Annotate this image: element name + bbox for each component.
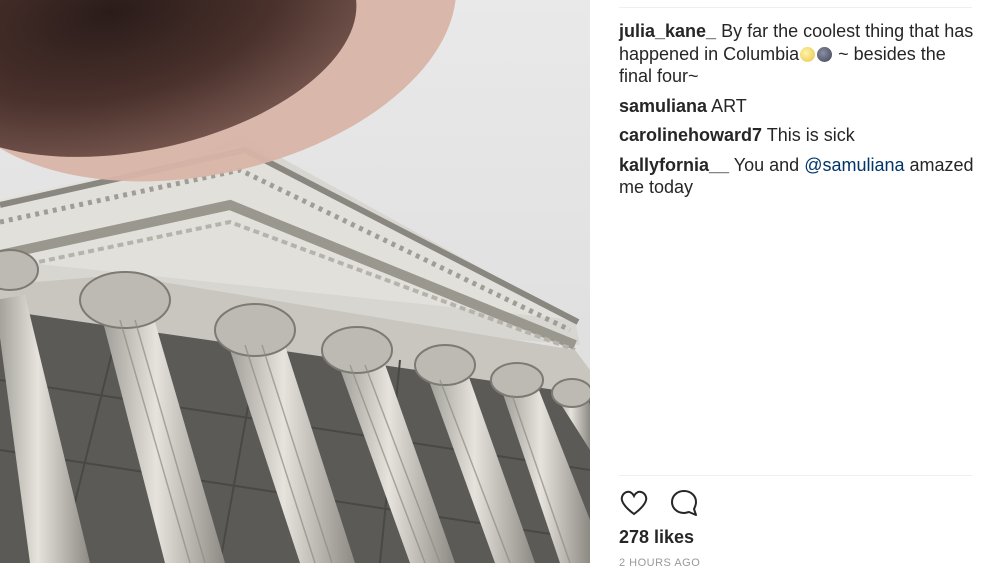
mention-link[interactable]: @samuliana xyxy=(804,155,904,175)
yellow-moon-emoji-icon xyxy=(800,46,816,62)
comment-username[interactable]: julia_kane_ xyxy=(619,21,716,41)
comment-text: This is sick xyxy=(766,125,855,145)
comment-list: julia_kane_ By far the coolest thing tha… xyxy=(619,20,974,206)
post-actions xyxy=(619,488,715,518)
post-timestamp: 2 HOURS AGO xyxy=(619,557,701,569)
comment-item: samuliana ART xyxy=(619,95,974,118)
divider xyxy=(619,7,972,8)
building-photo xyxy=(0,0,590,563)
comment-item: kallyfornia__ You and @samuliana amazed … xyxy=(619,154,974,199)
comment-username[interactable]: carolinehoward7 xyxy=(619,125,762,145)
dark-moon-emoji-icon xyxy=(817,46,833,62)
divider xyxy=(619,475,972,476)
comment-username[interactable]: samuliana xyxy=(619,96,707,116)
post-image[interactable] xyxy=(0,0,590,563)
comment-username[interactable]: kallyfornia__ xyxy=(619,155,729,175)
comment-text: You and xyxy=(733,154,800,175)
likes-count[interactable]: 278 likes xyxy=(619,527,694,548)
comment-text: ART xyxy=(711,95,747,116)
comment-icon[interactable] xyxy=(669,488,699,518)
comment-item: carolinehoward7 This is sick xyxy=(619,124,974,147)
comments-panel: julia_kane_ By far the coolest thing tha… xyxy=(590,0,1000,569)
comment-item: julia_kane_ By far the coolest thing tha… xyxy=(619,20,974,88)
heart-icon[interactable] xyxy=(619,488,649,518)
